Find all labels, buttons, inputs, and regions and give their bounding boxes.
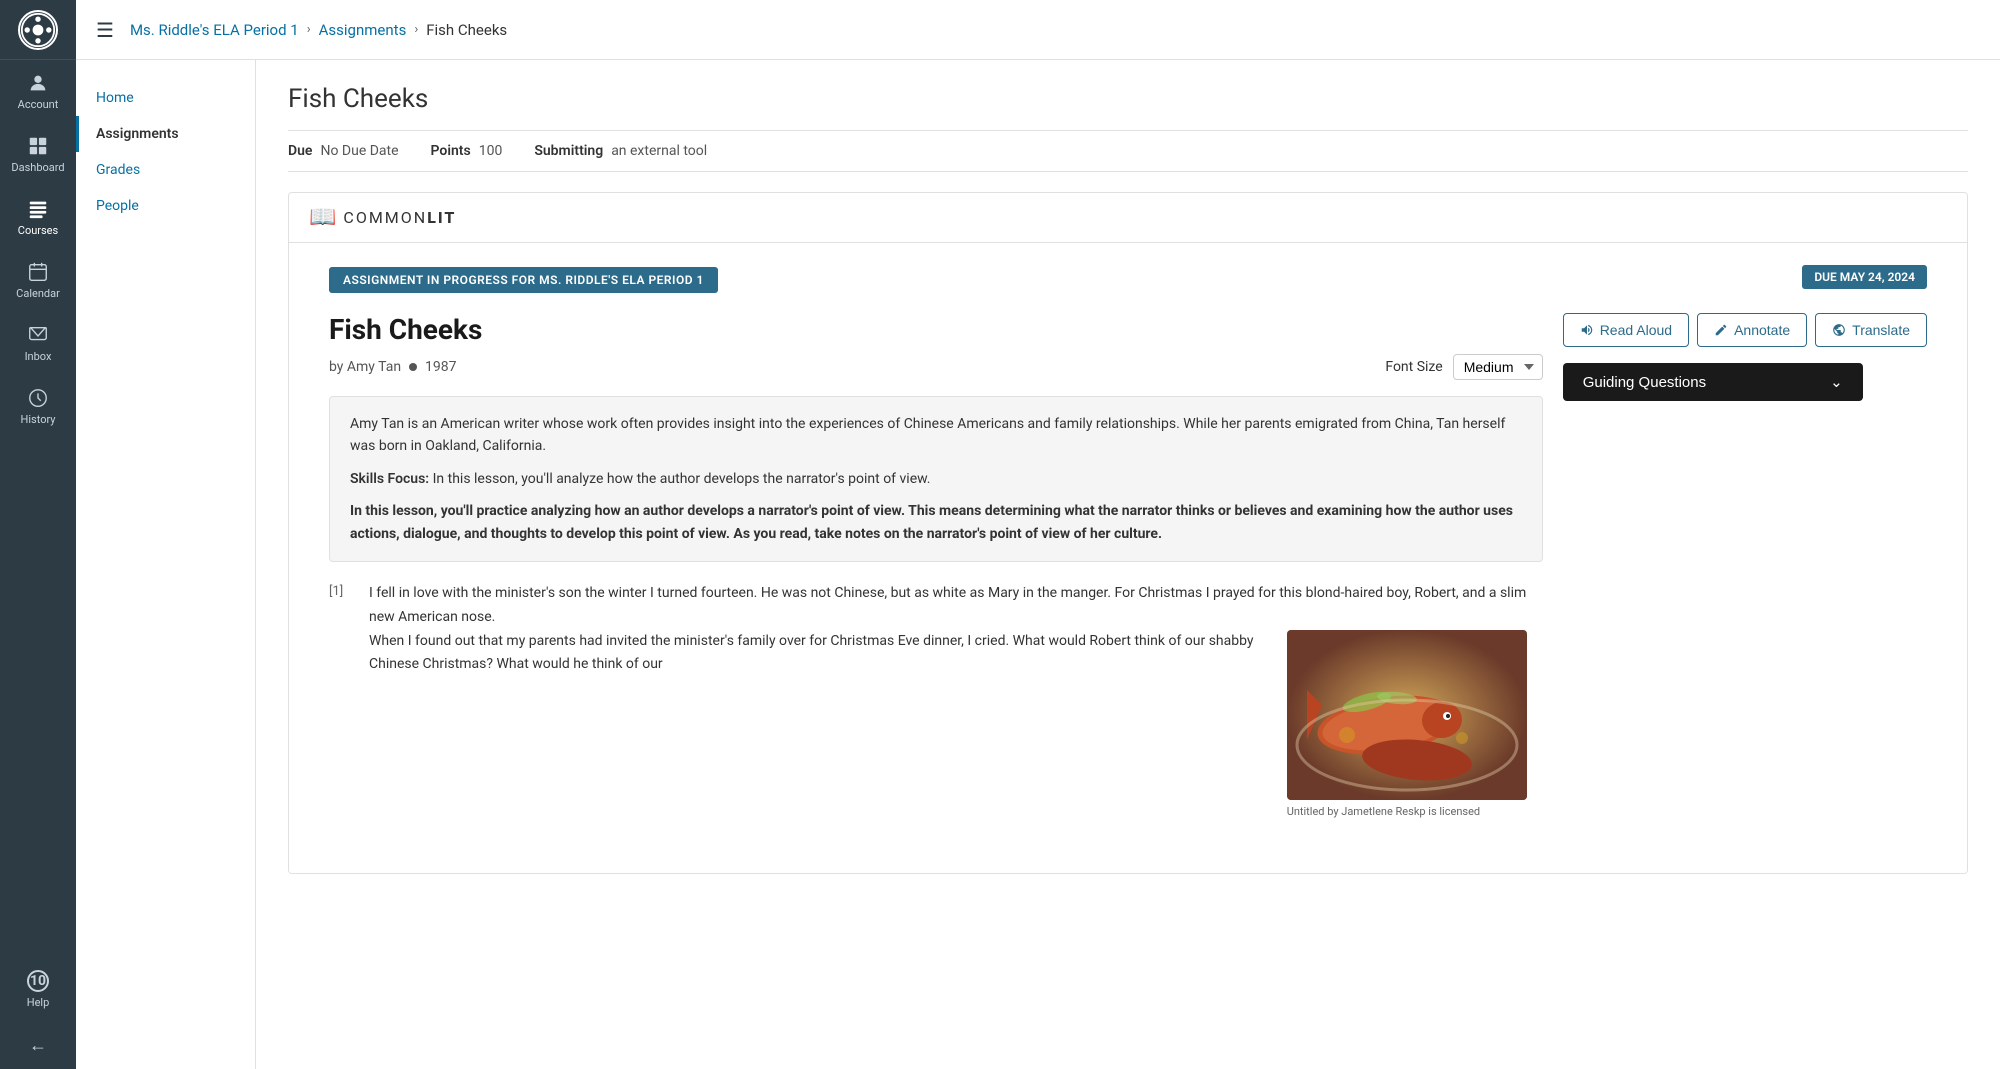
breadcrumb-sep-2: › (414, 22, 418, 37)
chevron-down-icon: ⌄ (1830, 373, 1843, 391)
translate-button[interactable]: Translate (1815, 313, 1927, 347)
fish-image-container: Untitled by Jametlene Reskp is licensed (1287, 630, 1527, 819)
inbox-icon (27, 324, 49, 346)
calendar-icon (27, 261, 49, 283)
nav-home[interactable]: Home (76, 80, 255, 116)
assignment-banner: ASSIGNMENT IN PROGRESS FOR MS. RIDDLE'S … (329, 267, 718, 305)
menu-button[interactable]: ☰ (96, 18, 114, 42)
sidebar-item-courses[interactable]: Courses (0, 186, 76, 249)
sidebar-logo[interactable] (0, 0, 76, 60)
sidebar-item-account[interactable]: Account (0, 60, 76, 123)
assignment-meta: Due No Due Date Points 100 Submitting an… (288, 130, 1968, 172)
main-area: ☰ Ms. Riddle's ELA Period 1 › Assignment… (76, 0, 2000, 1069)
para-1-num: [1] (329, 582, 353, 829)
reading-actions-row: Read Aloud Annotate Translate (1563, 313, 1927, 347)
annotate-button[interactable]: Annotate (1697, 313, 1807, 347)
meta-due-value: No Due Date (320, 143, 398, 159)
content-area: Home Assignments Grades People Fish Chee… (76, 60, 2000, 1069)
collapse-icon: ← (29, 1035, 47, 1056)
meta-points-label: Points (431, 143, 471, 159)
meta-points-value: 100 (479, 143, 503, 159)
meta-due-label: Due (288, 143, 312, 159)
breadcrumb-course[interactable]: Ms. Riddle's ELA Period 1 (130, 21, 299, 39)
sidebar-item-inbox[interactable]: Inbox (0, 312, 76, 375)
font-size-label: Font Size (1385, 359, 1442, 375)
para-1-text: I fell in love with the minister's son t… (369, 582, 1527, 630)
intro-skills: Skills Focus: In this lesson, you'll ana… (350, 468, 1522, 490)
due-badge: DUE MAY 24, 2024 (1802, 265, 1927, 289)
reading-area: Fish Cheeks by Amy Tan 1987 Font Size (329, 313, 1543, 849)
commonlit-body: ASSIGNMENT IN PROGRESS FOR MS. RIDDLE'S … (289, 243, 1967, 873)
meta-points: Points 100 (431, 143, 503, 159)
speaker-icon (1580, 323, 1594, 337)
font-size-select[interactable]: Small Medium Large (1453, 354, 1543, 380)
sidebar: Account Dashboard Courses Calendar Inbox… (0, 0, 76, 1069)
courses-icon (27, 198, 49, 220)
pencil-icon (1714, 323, 1728, 337)
sidebar-label-help: Help (27, 996, 50, 1009)
sidebar-label-inbox: Inbox (25, 350, 52, 363)
sidebar-item-calendar[interactable]: Calendar (0, 249, 76, 312)
author-separator (409, 363, 417, 371)
read-aloud-button[interactable]: Read Aloud (1563, 313, 1689, 347)
logo-icon (18, 10, 58, 50)
reading-meta: by Amy Tan 1987 (329, 359, 457, 375)
account-icon (27, 72, 49, 94)
breadcrumb-current: Fish Cheeks (426, 21, 507, 39)
sidebar-label-history: History (21, 413, 56, 426)
skills-text: In this lesson, you'll analyze how the a… (429, 471, 930, 487)
meta-due: Due No Due Date (288, 143, 399, 159)
breadcrumb-sep-1: › (307, 22, 311, 37)
sidebar-label-calendar: Calendar (16, 287, 60, 300)
main-content: Fish Cheeks Due No Due Date Points 100 S… (256, 60, 2000, 1069)
book-icon: 📖 (309, 205, 337, 230)
nav-grades[interactable]: Grades (76, 152, 255, 188)
right-tools: Read Aloud Annotate Translate (1563, 313, 1927, 849)
sidebar-item-dashboard[interactable]: Dashboard (0, 123, 76, 186)
sidebar-label-dashboard: Dashboard (11, 161, 64, 174)
sidebar-item-history[interactable]: History (0, 375, 76, 438)
meta-submitting-label: Submitting (534, 143, 603, 159)
font-size-control: Font Size Small Medium Large (1385, 354, 1542, 380)
sidebar-label-account: Account (18, 98, 59, 111)
sidebar-bottom: 10 Help ← (0, 958, 76, 1069)
fish-image-caption: Untitled by Jametlene Reskp is licensed (1287, 804, 1527, 819)
globe-icon (1832, 323, 1846, 337)
reading-year: 1987 (425, 359, 456, 375)
commonlit-container: 📖 COMMONLIT ASSIGNMENT IN PROGRESS FOR M… (288, 192, 1968, 874)
dashboard-icon (27, 135, 49, 157)
commonlit-header: 📖 COMMONLIT (289, 193, 1967, 243)
collapse-button[interactable]: ← (0, 1021, 76, 1069)
commonlit-logo-text: COMMONLIT (343, 208, 456, 227)
intro-bio: Amy Tan is an American writer whose work… (350, 413, 1522, 458)
nav-assignments[interactable]: Assignments (76, 116, 255, 152)
nav-people[interactable]: People (76, 188, 255, 224)
commonlit-content-wrapper: Fish Cheeks by Amy Tan 1987 Font Size (329, 313, 1927, 849)
meta-submitting: Submitting an external tool (534, 143, 707, 159)
skills-focus-label: Skills Focus: (350, 471, 429, 487)
history-icon (27, 387, 49, 409)
fish-image (1287, 630, 1527, 800)
secondary-nav: Home Assignments Grades People (76, 60, 256, 1069)
intro-bold: In this lesson, you'll practice analyzin… (350, 500, 1522, 545)
help-icon: 10 (27, 970, 49, 992)
breadcrumb: Ms. Riddle's ELA Period 1 › Assignments … (130, 21, 507, 39)
paragraph-1: [1] I fell in love with the minister's s… (329, 582, 1543, 829)
reading-title: Fish Cheeks (329, 313, 1543, 346)
page-title: Fish Cheeks (288, 84, 1968, 114)
sidebar-item-help[interactable]: 10 Help (0, 958, 76, 1021)
sidebar-label-courses: Courses (18, 224, 58, 237)
meta-submitting-value: an external tool (611, 143, 707, 159)
intro-box: Amy Tan is an American writer whose work… (329, 396, 1543, 562)
reading-author: by Amy Tan (329, 359, 401, 375)
guiding-questions-button[interactable]: Guiding Questions ⌄ (1563, 363, 1863, 401)
commonlit-logo: 📖 COMMONLIT (309, 205, 456, 230)
breadcrumb-section[interactable]: Assignments (319, 21, 407, 39)
topbar: ☰ Ms. Riddle's ELA Period 1 › Assignment… (76, 0, 2000, 60)
